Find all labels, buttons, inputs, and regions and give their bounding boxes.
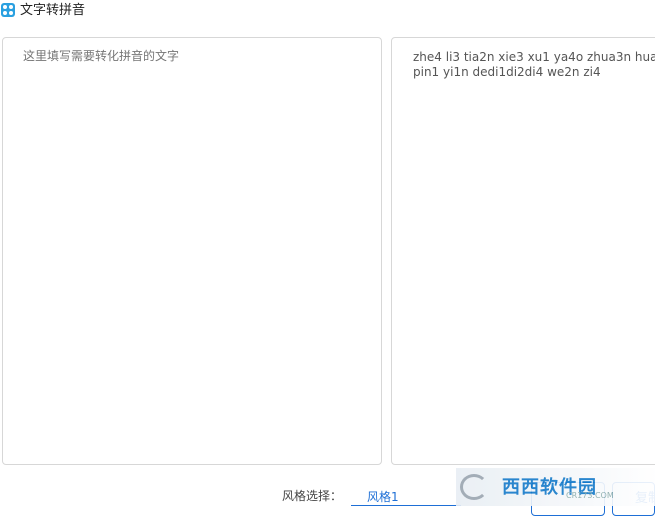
style-select-value: 风格1 <box>367 490 399 504</box>
input-textarea[interactable] <box>23 48 363 448</box>
watermark: 西西软件园 CR173.COM <box>456 468 655 506</box>
style-select-label: 风格选择： <box>282 489 343 503</box>
app-icon <box>1 3 15 17</box>
watermark-logo-icon <box>460 474 488 500</box>
output-panel: zhe4 li3 tia2n xie3 xu1 ya4o zhua3n hua4… <box>391 37 655 465</box>
input-panel <box>2 37 382 465</box>
window-title: 文字转拼音 <box>20 3 86 18</box>
watermark-url: CR173.COM <box>566 491 614 500</box>
title-bar: 文字转拼音 <box>0 0 655 22</box>
pinyin-output[interactable]: zhe4 li3 tia2n xie3 xu1 ya4o zhua3n hua4… <box>413 50 655 80</box>
style-select[interactable]: 风格1 <box>351 485 461 506</box>
